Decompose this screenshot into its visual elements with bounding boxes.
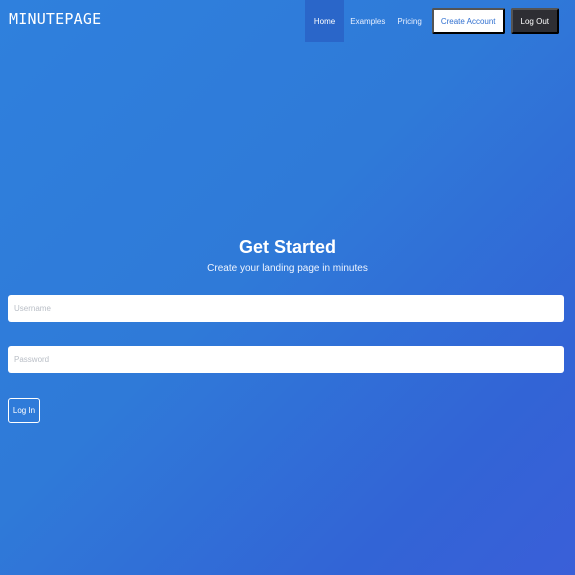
create-account-button[interactable]: Create Account — [431, 8, 505, 34]
logout-button[interactable]: Log Out — [510, 8, 559, 34]
nav-link-home[interactable]: Home — [304, 0, 345, 42]
hero-title: Get Started — [238, 237, 337, 257]
nav-link-examples[interactable]: Examples — [344, 0, 391, 42]
nav-link-pricing[interactable]: Pricing — [391, 0, 427, 42]
nav-links: Home Examples Pricing Create Account Log… — [304, 0, 559, 42]
username-input[interactable] — [8, 295, 564, 322]
brand-logo[interactable]: MINUTEPAGE — [9, 10, 101, 28]
hero-subtitle: Create your landing page in minutes — [207, 263, 368, 274]
login-button[interactable]: Log In — [8, 398, 40, 423]
top-navbar: MINUTEPAGE Home Examples Pricing Create … — [0, 0, 575, 42]
password-input[interactable] — [8, 346, 564, 373]
hero-section: Get Started Create your landing page in … — [0, 236, 575, 274]
